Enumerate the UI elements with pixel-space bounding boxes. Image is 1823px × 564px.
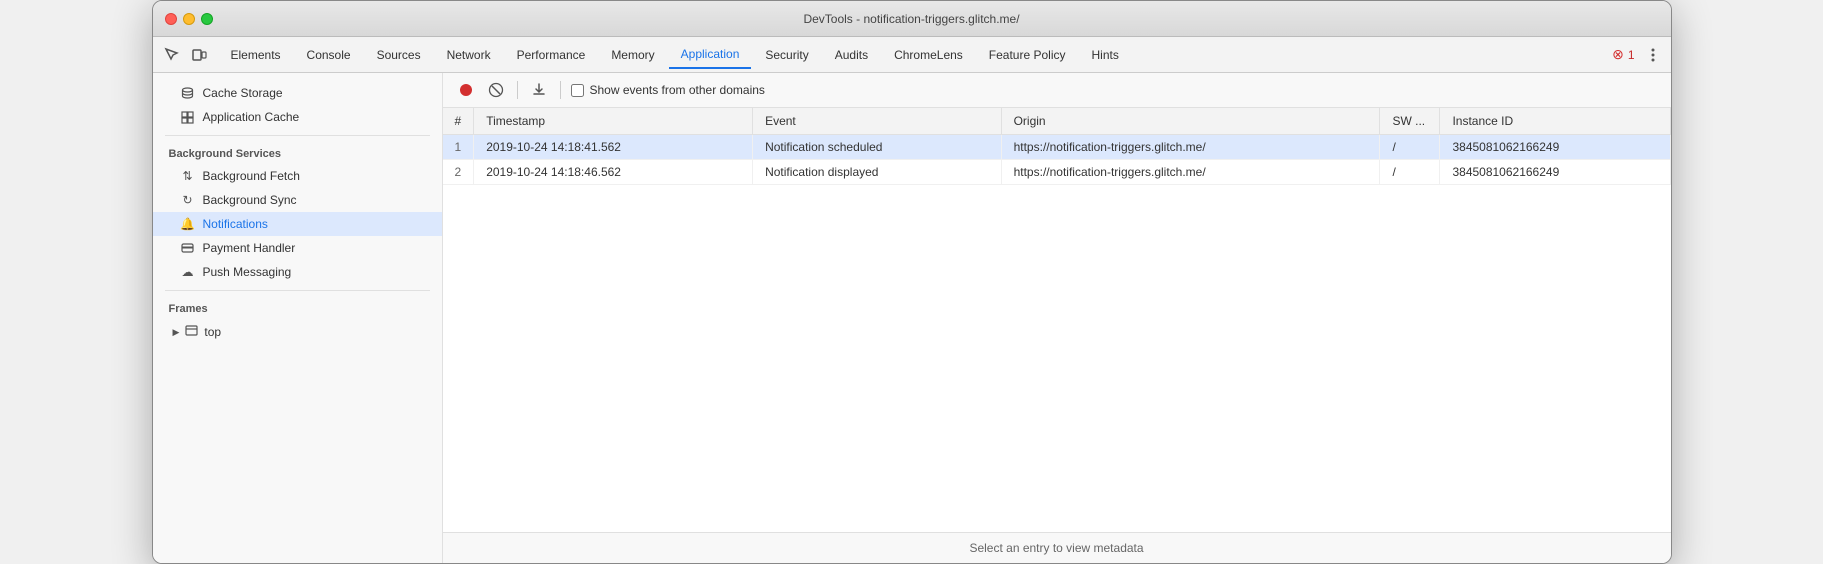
tab-application[interactable]: Application: [669, 41, 752, 69]
tab-sources[interactable]: Sources: [365, 42, 433, 68]
col-num: #: [443, 108, 474, 135]
background-fetch-label: Background Fetch: [203, 169, 300, 183]
push-messaging-icon: ☁: [181, 265, 195, 279]
background-sync-icon: ↻: [181, 193, 195, 207]
row-instance-id: 3845081062166249: [1440, 160, 1670, 185]
show-events-checkbox[interactable]: [571, 84, 584, 97]
sidebar-item-background-sync[interactable]: ↻ Background Sync: [153, 188, 442, 212]
tab-feature-policy[interactable]: Feature Policy: [977, 42, 1078, 68]
sidebar-divider-1: [165, 135, 430, 136]
table-row[interactable]: 12019-10-24 14:18:41.562Notification sch…: [443, 135, 1671, 160]
title-bar: DevTools - notification-triggers.glitch.…: [153, 1, 1671, 37]
maximize-button[interactable]: [201, 13, 213, 25]
row-origin: https://notification-triggers.glitch.me/: [1001, 160, 1380, 185]
frames-item-top-label: top: [204, 325, 221, 339]
traffic-lights: [165, 13, 213, 25]
tab-bar-right: ⊗ 1: [1612, 45, 1662, 65]
sidebar-divider-2: [165, 290, 430, 291]
tab-hints[interactable]: Hints: [1080, 42, 1131, 68]
device-icon[interactable]: [189, 45, 209, 65]
row-num: 2: [443, 160, 474, 185]
error-badge[interactable]: ⊗ 1: [1612, 46, 1634, 63]
frames-item-top[interactable]: ▶ top: [153, 319, 442, 345]
tab-bar-icons: [161, 45, 209, 65]
background-services-section: Background Services ⇅ Background Fetch ↻…: [153, 142, 442, 284]
tab-performance[interactable]: Performance: [505, 42, 598, 68]
show-events-checkbox-wrapper[interactable]: Show events from other domains: [571, 83, 765, 97]
row-event: Notification scheduled: [753, 135, 1002, 160]
record-button[interactable]: [455, 79, 477, 101]
toolbar-separator-2: [560, 81, 561, 99]
tab-console[interactable]: Console: [295, 42, 363, 68]
sidebar-item-cache-storage[interactable]: Cache Storage: [153, 81, 442, 105]
cache-storage-label: Cache Storage: [203, 86, 283, 100]
tab-bar: Elements Console Sources Network Perform…: [153, 37, 1671, 73]
content-area: Show events from other domains # Timesta…: [443, 73, 1671, 563]
push-messaging-label: Push Messaging: [203, 265, 292, 279]
tab-security[interactable]: Security: [753, 42, 820, 68]
application-cache-icon: [181, 110, 195, 124]
show-events-label: Show events from other domains: [590, 83, 765, 97]
sidebar: Cache Storage Application Cache: [153, 73, 443, 563]
table-body: 12019-10-24 14:18:41.562Notification sch…: [443, 135, 1671, 185]
main-layout: Cache Storage Application Cache: [153, 73, 1671, 563]
background-fetch-icon: ⇅: [181, 169, 195, 183]
close-button[interactable]: [165, 13, 177, 25]
col-origin: Origin: [1001, 108, 1380, 135]
chevron-right-icon: ▶: [173, 327, 180, 338]
frames-title: Frames: [153, 297, 442, 319]
sidebar-item-notifications[interactable]: 🔔 Notifications: [153, 212, 442, 236]
row-instance-id: 3845081062166249: [1440, 135, 1670, 160]
row-sw: /: [1380, 135, 1440, 160]
devtools-window: DevTools - notification-triggers.glitch.…: [152, 0, 1672, 564]
more-menu-icon[interactable]: [1643, 45, 1663, 65]
background-sync-label: Background Sync: [203, 193, 297, 207]
inspect-icon[interactable]: [161, 45, 181, 65]
row-sw: /: [1380, 160, 1440, 185]
status-text: Select an entry to view metadata: [969, 541, 1143, 555]
sidebar-item-background-fetch[interactable]: ⇅ Background Fetch: [153, 164, 442, 188]
clear-button[interactable]: [485, 79, 507, 101]
row-num: 1: [443, 135, 474, 160]
download-button[interactable]: [528, 79, 550, 101]
error-count: 1: [1628, 48, 1635, 62]
payment-handler-label: Payment Handler: [203, 241, 296, 255]
storage-section: Cache Storage Application Cache: [153, 81, 442, 129]
toolbar-separator-1: [517, 81, 518, 99]
cache-storage-icon: [181, 86, 195, 100]
content-toolbar: Show events from other domains: [443, 73, 1671, 108]
row-timestamp: 2019-10-24 14:18:46.562: [474, 160, 753, 185]
sidebar-item-push-messaging[interactable]: ☁ Push Messaging: [153, 260, 442, 284]
row-timestamp: 2019-10-24 14:18:41.562: [474, 135, 753, 160]
data-table-wrapper: # Timestamp Event Origin SW ... Instance…: [443, 108, 1671, 532]
sidebar-item-payment-handler[interactable]: Payment Handler: [153, 236, 442, 260]
row-origin: https://notification-triggers.glitch.me/: [1001, 135, 1380, 160]
window-title: DevTools - notification-triggers.glitch.…: [803, 12, 1019, 26]
error-icon: ⊗: [1612, 46, 1624, 63]
frames-section: Frames ▶ top: [153, 297, 442, 345]
row-event: Notification displayed: [753, 160, 1002, 185]
application-cache-label: Application Cache: [203, 110, 300, 124]
tab-chromelens[interactable]: ChromeLens: [882, 42, 975, 68]
table-header: # Timestamp Event Origin SW ... Instance…: [443, 108, 1671, 135]
payment-handler-icon: [181, 241, 195, 255]
col-instance-id: Instance ID: [1440, 108, 1670, 135]
minimize-button[interactable]: [183, 13, 195, 25]
sidebar-item-application-cache[interactable]: Application Cache: [153, 105, 442, 129]
frames-top-icon: [185, 324, 198, 340]
notifications-table: # Timestamp Event Origin SW ... Instance…: [443, 108, 1671, 185]
tab-elements[interactable]: Elements: [219, 42, 293, 68]
tab-memory[interactable]: Memory: [599, 42, 666, 68]
background-services-title: Background Services: [153, 142, 442, 164]
status-bar: Select an entry to view metadata: [443, 532, 1671, 563]
notifications-label: Notifications: [203, 217, 268, 231]
col-timestamp: Timestamp: [474, 108, 753, 135]
col-event: Event: [753, 108, 1002, 135]
table-row[interactable]: 22019-10-24 14:18:46.562Notification dis…: [443, 160, 1671, 185]
tab-network[interactable]: Network: [435, 42, 503, 68]
col-sw: SW ...: [1380, 108, 1440, 135]
notifications-icon: 🔔: [181, 217, 195, 231]
tab-audits[interactable]: Audits: [823, 42, 880, 68]
